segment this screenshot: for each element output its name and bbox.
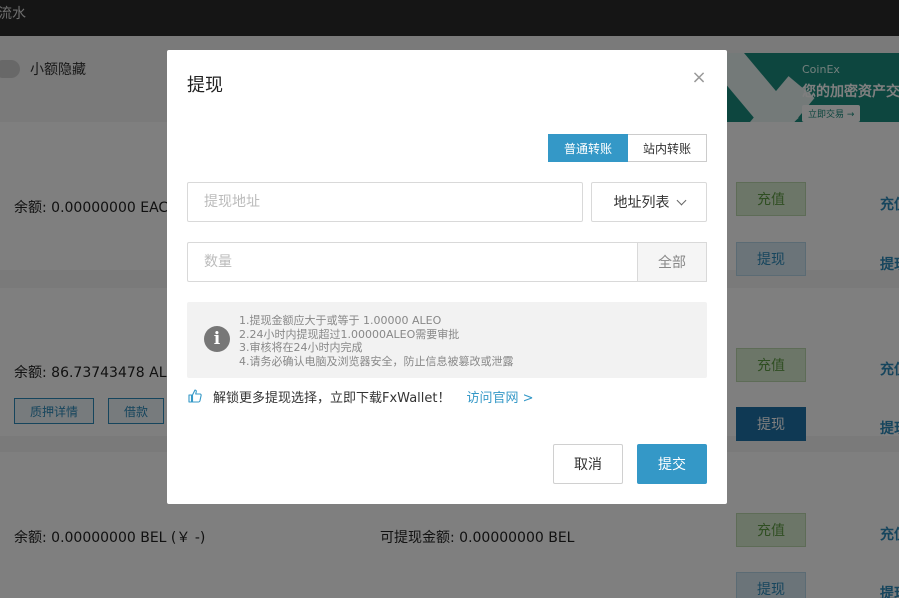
submit-button[interactable]: 提交 (637, 444, 707, 484)
notice-line: 2.24小时内提现超过1.00000ALEO需要审批 (239, 327, 460, 341)
unlock-text: 解锁更多提现选择，立即下载FxWallet！ (213, 390, 451, 406)
notice-lines: 1.提现金额应大于或等于 1.00000 ALEO 2.24小时内提现超过1.0… (239, 314, 514, 368)
withdraw-address-input[interactable] (187, 182, 583, 222)
withdraw-modal: 提现 × 普通转账 站内转账 地址列表 全部 i 1.提现金额应大于或等于 1.… (167, 50, 727, 504)
notice-line: 1.提现金额应大于或等于 1.00000 ALEO (239, 314, 442, 327)
notice-line: 3.审核将在24小时内完成 (239, 341, 363, 354)
amount-input[interactable] (187, 242, 638, 282)
notice-box: i 1.提现金额应大于或等于 1.00000 ALEO 2.24小时内提现超过1… (187, 302, 707, 378)
address-list-dropdown[interactable]: 地址列表 (591, 182, 707, 222)
transfer-type-toggle: 普通转账 站内转账 (548, 134, 708, 162)
unlock-row: 解锁更多提现选择，立即下载FxWallet！ 访问官网 > (187, 386, 534, 406)
modal-title: 提现 (187, 75, 223, 96)
chevron-down-icon (676, 195, 686, 205)
notice-line: 4.请务必确认电脑及浏览器安全，防止信息被篡改或泄露 (239, 354, 514, 368)
address-list-label: 地址列表 (613, 195, 670, 211)
info-icon: i (204, 326, 230, 352)
cancel-button[interactable]: 取消 (553, 444, 623, 484)
thumbs-up-icon (188, 389, 202, 403)
tab-internal-transfer[interactable]: 站内转账 (628, 134, 708, 162)
tab-normal-transfer[interactable]: 普通转账 (548, 134, 629, 162)
all-amount-button[interactable]: 全部 (637, 242, 707, 282)
close-icon[interactable]: × (689, 68, 709, 88)
visit-website-link[interactable]: 访问官网 > (466, 387, 533, 406)
